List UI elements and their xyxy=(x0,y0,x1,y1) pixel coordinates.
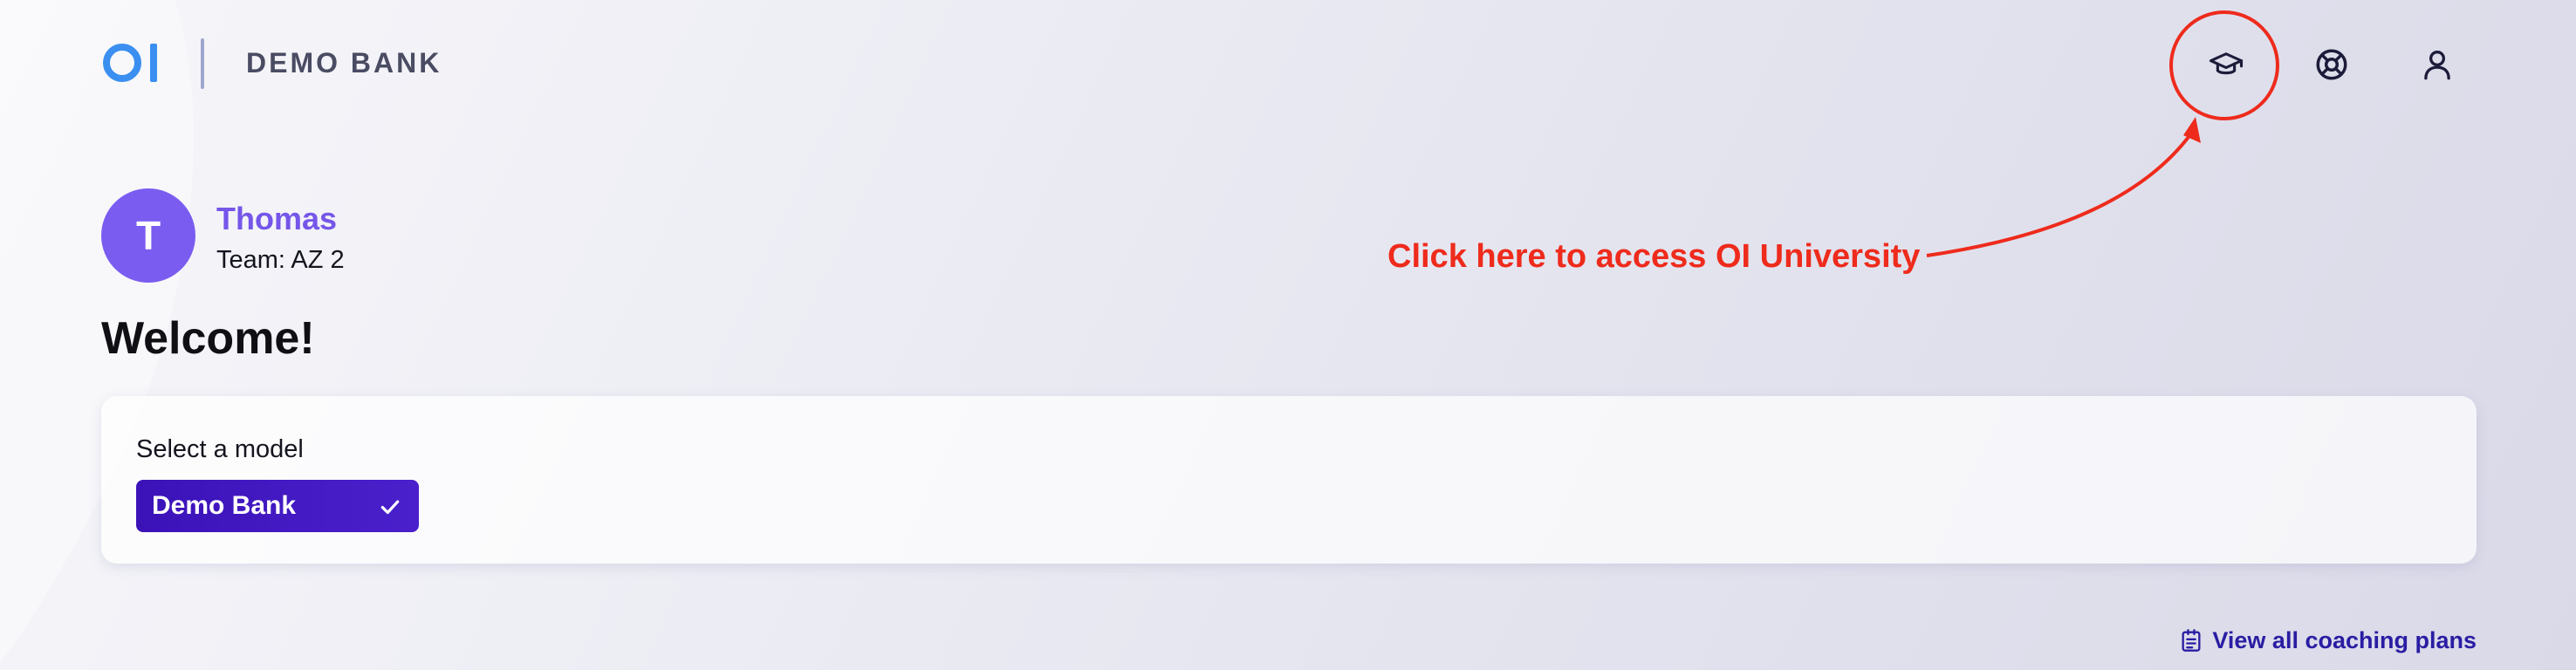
user-team: Team: AZ 2 xyxy=(216,246,345,274)
help-button[interactable] xyxy=(2305,38,2358,91)
model-option-label: Demo Bank xyxy=(152,491,297,520)
oi-university-button[interactable] xyxy=(2200,38,2252,91)
model-selector-card: Select a model Demo Bank xyxy=(101,396,2477,564)
model-selector-label: Select a model xyxy=(136,435,304,463)
avatar[interactable]: T xyxy=(101,188,195,283)
model-option-selected[interactable]: Demo Bank xyxy=(136,480,419,532)
checkmark-icon xyxy=(380,500,400,515)
page-title: Welcome! xyxy=(101,313,315,364)
view-coaching-plans-label: View all coaching plans xyxy=(2212,626,2477,653)
top-header: OI DEMO BANK xyxy=(0,0,2576,131)
user-name[interactable]: Thomas xyxy=(216,201,337,237)
logo-divider xyxy=(201,38,204,89)
graduation-cap-icon xyxy=(2209,52,2244,75)
clipboard-list-icon xyxy=(2182,629,2201,652)
oi-logo[interactable]: OI xyxy=(101,38,161,87)
profile-button[interactable] xyxy=(2411,38,2463,91)
view-coaching-plans-link[interactable]: View all coaching plans xyxy=(2179,625,2477,656)
annotation-text: Click here to access OI University xyxy=(1387,238,1921,275)
brand-name: DEMO BANK xyxy=(246,47,442,79)
help-lifebuoy-icon xyxy=(2316,49,2347,80)
user-profile-icon xyxy=(2424,50,2450,80)
